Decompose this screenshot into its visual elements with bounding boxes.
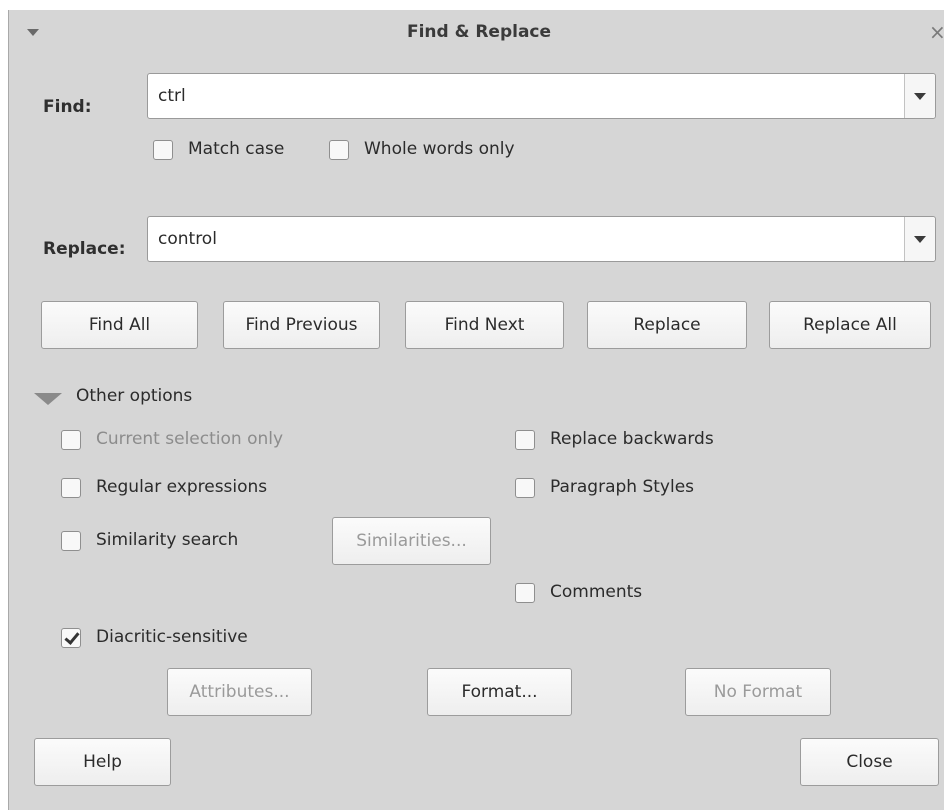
other-options-label: Other options (76, 386, 193, 406)
chevron-down-icon (914, 236, 926, 243)
diacritic-sensitive-checkbox[interactable] (61, 628, 81, 648)
paragraph-styles-checkbox[interactable] (515, 478, 535, 498)
find-combobox[interactable]: ctrl (147, 73, 936, 119)
paragraph-styles-label: Paragraph Styles (550, 477, 695, 497)
find-next-button[interactable]: Find Next (405, 301, 564, 349)
find-replace-dialog: Find & Replace × Find: ctrl Match case W… (8, 10, 944, 810)
replace-all-button[interactable]: Replace All (769, 301, 931, 349)
title-bar: Find & Replace × (9, 10, 944, 55)
attributes-button: Attributes... (167, 668, 312, 716)
find-label: Find: (43, 97, 92, 117)
similarities-button: Similarities... (332, 517, 491, 565)
whole-words-label: Whole words only (364, 139, 515, 159)
match-case-label: Match case (188, 139, 285, 159)
find-dropdown-button[interactable] (904, 74, 935, 118)
whole-words-checkbox[interactable] (329, 140, 349, 160)
find-input[interactable]: ctrl (158, 86, 186, 106)
match-case-checkbox[interactable] (153, 140, 173, 160)
chevron-down-icon (914, 93, 926, 100)
comments-label: Comments (550, 582, 643, 602)
window-title: Find & Replace (406, 22, 552, 42)
similarity-search-label: Similarity search (96, 530, 239, 550)
replace-backwards-checkbox[interactable] (515, 430, 535, 450)
format-button[interactable]: Format... (427, 668, 572, 716)
current-selection-only-checkbox (61, 430, 81, 450)
replace-input[interactable]: control (158, 229, 217, 249)
expander-triangle-icon (34, 393, 62, 405)
replace-backwards-label: Replace backwards (550, 429, 714, 449)
similarity-search-checkbox[interactable] (61, 531, 81, 551)
close-button[interactable]: Close (800, 738, 939, 786)
current-selection-only-label: Current selection only (96, 429, 284, 449)
find-previous-button[interactable]: Find Previous (223, 301, 380, 349)
diacritic-sensitive-label: Diacritic-sensitive (96, 627, 248, 647)
help-button[interactable]: Help (34, 738, 171, 786)
find-all-button[interactable]: Find All (41, 301, 198, 349)
comments-checkbox[interactable] (515, 583, 535, 603)
regular-expressions-label: Regular expressions (96, 477, 268, 497)
no-format-button: No Format (685, 668, 831, 716)
close-icon[interactable]: × (929, 20, 944, 44)
replace-button[interactable]: Replace (587, 301, 747, 349)
replace-combobox[interactable]: control (147, 216, 936, 262)
replace-label: Replace: (43, 239, 126, 259)
replace-dropdown-button[interactable] (904, 217, 935, 261)
regular-expressions-checkbox[interactable] (61, 478, 81, 498)
